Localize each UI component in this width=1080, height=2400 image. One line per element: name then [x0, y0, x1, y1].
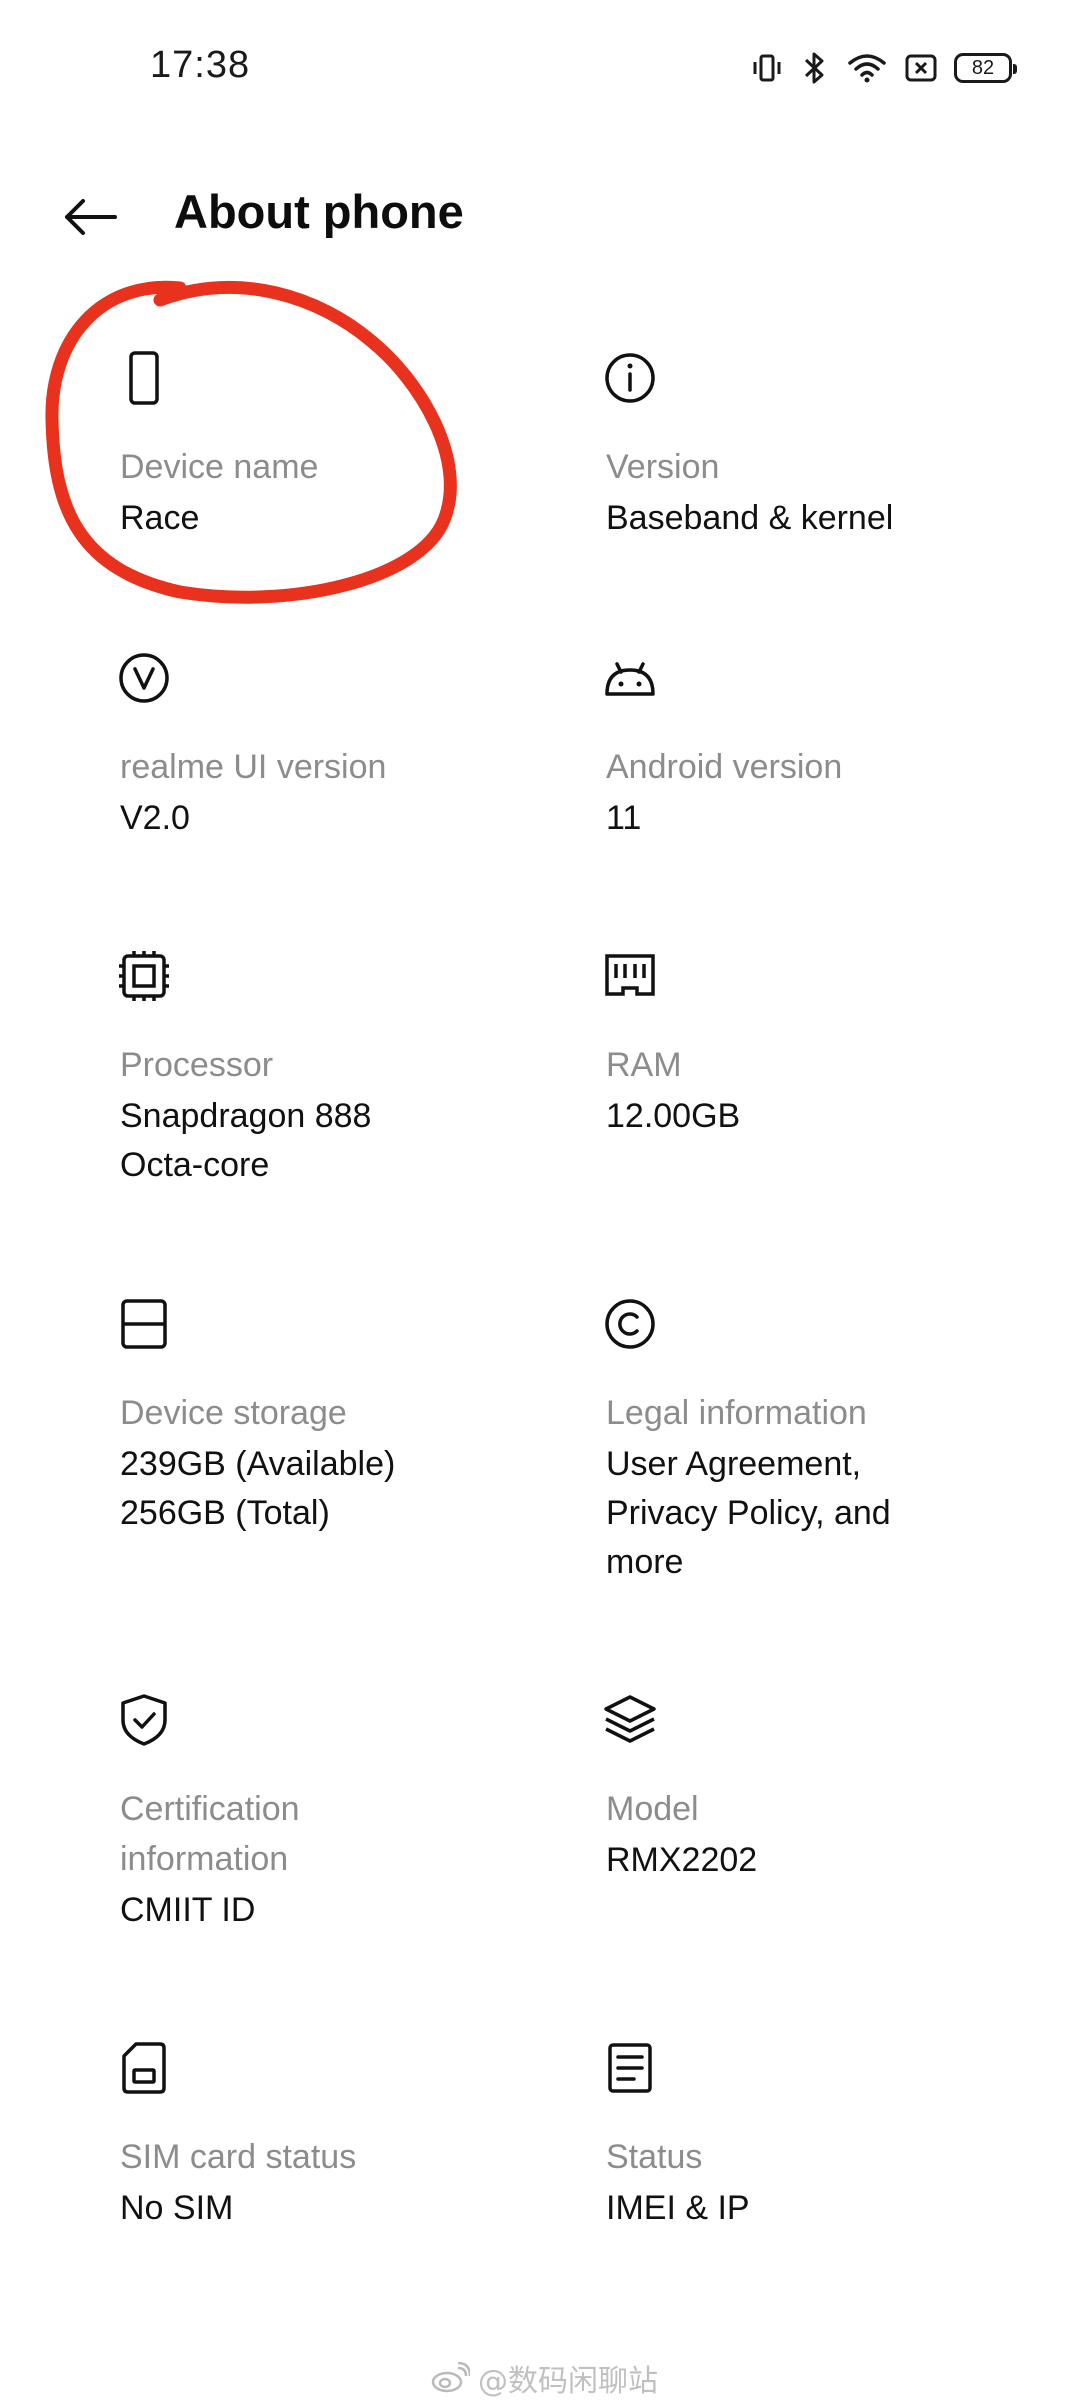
realme-ui-version-label: realme UI version: [120, 748, 387, 786]
device-storage-value: 239GB (Available) 256GB (Total): [120, 1445, 396, 1532]
weibo-icon: [431, 2362, 470, 2393]
realme-ui-version-item[interactable]: realme UI version V2.0: [119, 650, 540, 843]
ram-value: 12.00GB: [606, 1097, 741, 1135]
sim-card-status-value: No SIM: [120, 2189, 234, 2227]
certification-information-label: Certification information: [120, 1790, 300, 1878]
watermark-text: @数码闲聊站: [478, 2364, 658, 2399]
device-storage-label: Device storage: [120, 1394, 347, 1432]
sim-card-status-item[interactable]: SIM card status No SIM: [120, 2040, 540, 2233]
certification-information-item[interactable]: Certification information CMIIT ID: [120, 1692, 540, 1935]
model-item[interactable]: Model RMX2202: [604, 1692, 1026, 1885]
android-icon: [602, 650, 658, 706]
layers-icon: [602, 1692, 658, 1748]
processor-item[interactable]: Processor Snapdragon 888 Octa-core: [119, 948, 540, 1190]
document-icon: [602, 2040, 658, 2096]
device-storage-item[interactable]: Device storage 239GB (Available) 256GB (…: [120, 1296, 540, 1538]
android-version-item[interactable]: Android version 11: [605, 650, 1026, 843]
status-label: Status: [606, 2138, 703, 2176]
storage-icon: [116, 1296, 172, 1352]
version-label: Version: [606, 448, 720, 486]
ram-label: RAM: [606, 1046, 682, 1084]
realme-v-icon: [116, 650, 172, 706]
android-version-value: 11: [606, 799, 642, 837]
info-grid: Device name Race Version Baseband & kern…: [0, 0, 1080, 2400]
copyright-icon: [602, 1296, 658, 1352]
model-label: Model: [606, 1790, 699, 1828]
shield-check-icon: [116, 1692, 172, 1748]
status-value: IMEI & IP: [606, 2189, 750, 2227]
chip-icon: [116, 948, 172, 1004]
processor-value: Snapdragon 888 Octa-core: [120, 1097, 372, 1184]
model-value: RMX2202: [606, 1841, 758, 1879]
version-item[interactable]: Version Baseband & kernel: [605, 350, 1026, 543]
realme-ui-version-value: V2.0: [120, 799, 190, 837]
ram-item[interactable]: RAM 12.00GB: [605, 948, 1026, 1141]
ram-icon: [602, 948, 658, 1004]
status-item[interactable]: Status IMEI & IP: [606, 2040, 1026, 2233]
watermark: @数码闲聊站: [430, 2356, 658, 2400]
sim-card-icon: [116, 2040, 172, 2096]
processor-label: Processor: [120, 1046, 274, 1084]
version-value: Baseband & kernel: [606, 499, 894, 537]
device-name-label: Device name: [120, 448, 319, 486]
legal-information-item[interactable]: Legal information User Agreement, Privac…: [605, 1296, 1026, 1587]
legal-information-label: Legal information: [606, 1394, 867, 1432]
certification-information-value: CMIIT ID: [120, 1891, 256, 1929]
legal-information-value: User Agreement, Privacy Policy, and more: [606, 1445, 891, 1581]
phone-icon: [116, 350, 172, 406]
android-version-label: Android version: [606, 748, 843, 786]
sim-card-status-label: SIM card status: [120, 2138, 357, 2176]
info-icon: [602, 350, 658, 406]
device-name-value: Race: [120, 499, 200, 537]
device-name-item[interactable]: Device name Race: [120, 350, 540, 543]
